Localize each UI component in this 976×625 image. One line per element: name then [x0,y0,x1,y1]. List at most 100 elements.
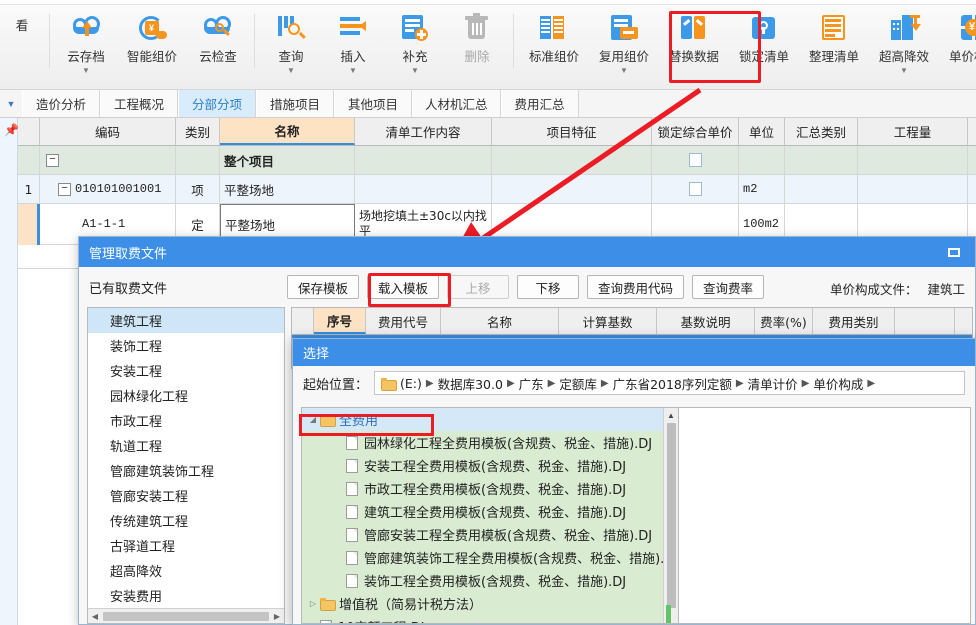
chevron-down-icon[interactable]: ▼ [900,67,908,75]
fee-file-list-item[interactable]: 市政工程 [88,408,284,433]
table-cell[interactable] [492,146,652,174]
fee-column-header[interactable]: 序号 [314,308,366,334]
tree-folder-node[interactable]: ◢全费用 [302,408,678,431]
fee-column-header[interactable]: 基数说明 [657,308,755,334]
move-down-button[interactable]: 下移 [517,275,579,299]
grid-column-header[interactable]: 汇总类别 [785,118,858,145]
fee-file-list-item[interactable]: 管廊建筑装饰工程 [88,458,284,483]
tab-费用汇总[interactable]: 费用汇总 [501,90,579,117]
tree-file-node[interactable]: 建筑工程全费用模板(含规费、税金、措施).DJ [302,500,678,523]
chevron-down-icon[interactable]: ▼ [82,67,90,75]
ribbon-button-supplement[interactable]: 补充▼ [384,6,446,88]
table-cell[interactable] [652,175,739,203]
tree-file-node[interactable]: 管廊安装工程全费用模板(含规费、税金、措施).DJ [302,523,678,546]
table-row[interactable]: − 整个项目 [18,146,976,175]
tab-其他项目[interactable]: 其他项目 [334,90,412,117]
grid-side-pin-strip[interactable]: 📌 [0,118,18,625]
table-cell[interactable]: 平整场地 [220,175,355,203]
grid-column-header[interactable]: 工程量 [858,118,968,145]
ribbon-button-smart-price[interactable]: ¥智能组价 [117,6,187,88]
breadcrumb-item[interactable]: 单价构成 [813,374,863,393]
ribbon-button-cloud-check[interactable]: 云检查 [187,6,249,88]
ribbon-button-height-efficiency[interactable]: 超高降效▼ [869,6,939,88]
fee-file-list-item[interactable]: 装饰工程 [88,333,284,358]
tab-分部分项[interactable]: 分部分项 [178,90,256,117]
tab-工程概况[interactable]: 工程概况 [100,90,178,117]
move-up-button[interactable]: 上移 [447,275,509,299]
grid-column-header[interactable]: 类别 [176,118,220,145]
load-template-button[interactable]: 载入模板 [367,275,439,299]
fee-column-header[interactable] [895,308,955,334]
breadcrumb-item[interactable]: (E:) [400,376,422,391]
table-cell[interactable] [785,146,858,174]
grid-column-header[interactable]: 清单工作内容 [355,118,492,145]
scroll-up-icon[interactable]: ▲ [664,408,678,422]
tab-人材机汇总[interactable]: 人材机汇总 [412,90,501,117]
breadcrumb-path-box[interactable]: (E:)▶数据库30.0▶广东▶定额库▶广东省2018序列定额▶清单计价▶单价构… [374,371,965,395]
fee-file-list-item[interactable]: 超高降效 [88,558,284,583]
query-fee-rate-button[interactable]: 查询费率 [692,275,764,299]
save-template-button[interactable]: 保存模板 [287,275,359,299]
restore-window-button[interactable] [943,242,965,262]
tree-file-node[interactable]: 安装工程全费用模板(含规费、税金、措施).DJ [302,454,678,477]
table-cell[interactable] [858,146,968,174]
scrollbar-thumb[interactable] [103,612,269,621]
table-cell[interactable]: 项 [176,175,220,203]
grid-column-header[interactable]: 锁定综合单价 [652,118,739,145]
fee-column-header[interactable]: 费率(%) [755,308,813,334]
grid-column-header[interactable] [18,118,40,145]
table-cell[interactable]: 1 [18,175,40,203]
tree-file-node[interactable]: 市政工程全费用模板(含规费、税金、措施).DJ [302,477,678,500]
table-cell[interactable]: 整个项目 [220,146,355,174]
chevron-down-icon[interactable]: ▼ [620,67,628,75]
grid-column-header[interactable]: 单位 [739,118,785,145]
fee-file-list-item[interactable]: 传统建筑工程 [88,508,284,533]
scroll-right-icon[interactable]: ▶ [270,612,284,621]
lock-unit-price-checkbox[interactable] [689,182,702,196]
ribbon-button-cloud-upload[interactable]: 云存档▼ [55,6,117,88]
grid-column-header[interactable]: 名称 [220,118,355,145]
table-cell[interactable] [739,146,785,174]
tab-造价分析[interactable]: 造价分析 [22,90,100,117]
breadcrumb-item[interactable]: 广东 [519,374,544,393]
tree-folder-node[interactable]: ▷增值税（简易计税方法） [302,592,678,615]
ribbon-button-replace-data[interactable]: 替换数据 [659,6,729,88]
table-cell[interactable] [18,146,40,174]
chevron-right-icon[interactable]: ▷ [306,599,320,608]
sidebar-horizontal-scrollbar[interactable]: ◀ ▶ [88,608,284,623]
table-cell[interactable]: m2 [739,175,785,203]
ribbon-button-unit-price-composition[interactable]: ¥单价构成 [939,6,976,88]
table-cell[interactable]: −010101001001 [40,175,176,203]
chevron-down-icon[interactable]: ▼ [411,67,419,75]
fee-column-header[interactable]: 计算基数 [559,308,657,334]
pin-icon[interactable]: 📌 [4,123,19,137]
row-expander-icon[interactable]: − [46,154,59,167]
lock-unit-price-checkbox[interactable] [689,153,702,167]
tree-file-node[interactable]: 10定额工程.DJ [302,615,678,624]
table-cell[interactable]: − [40,146,176,174]
table-cell[interactable] [355,175,492,203]
breadcrumb-item[interactable]: 广东省2018序列定额 [613,374,732,393]
tab-措施项目[interactable]: 措施项目 [256,90,334,117]
scroll-left-icon[interactable]: ◀ [88,612,102,621]
table-cell[interactable] [858,175,968,203]
fee-file-list-item[interactable]: 古驿道工程 [88,533,284,558]
table-cell[interactable] [355,146,492,174]
tree-file-node[interactable]: 装饰工程全费用模板(含规费、税金、措施).DJ [302,569,678,592]
ribbon-button-view[interactable]: 看 [0,6,44,88]
chevron-down-icon[interactable]: ▼ [0,90,22,117]
row-expander-icon[interactable]: − [58,183,71,196]
fee-file-list-item[interactable]: 安装工程 [88,358,284,383]
fee-column-header[interactable]: 名称 [441,308,559,334]
ribbon-button-lock[interactable]: 锁定清单 [729,6,799,88]
fee-column-header[interactable]: 费用代号 [366,308,441,334]
fee-file-list-item[interactable]: 安装费用 [88,583,284,608]
table-cell[interactable] [652,146,739,174]
ribbon-button-standard-price[interactable]: 标准组价 [519,6,589,88]
fee-column-header[interactable] [292,308,314,334]
table-cell[interactable] [176,146,220,174]
breadcrumb-item[interactable]: 清单计价 [748,374,798,393]
grid-column-header[interactable]: 编码 [40,118,176,145]
chevron-down-icon[interactable]: ◢ [306,415,320,424]
chevron-down-icon[interactable]: ▼ [349,67,357,75]
